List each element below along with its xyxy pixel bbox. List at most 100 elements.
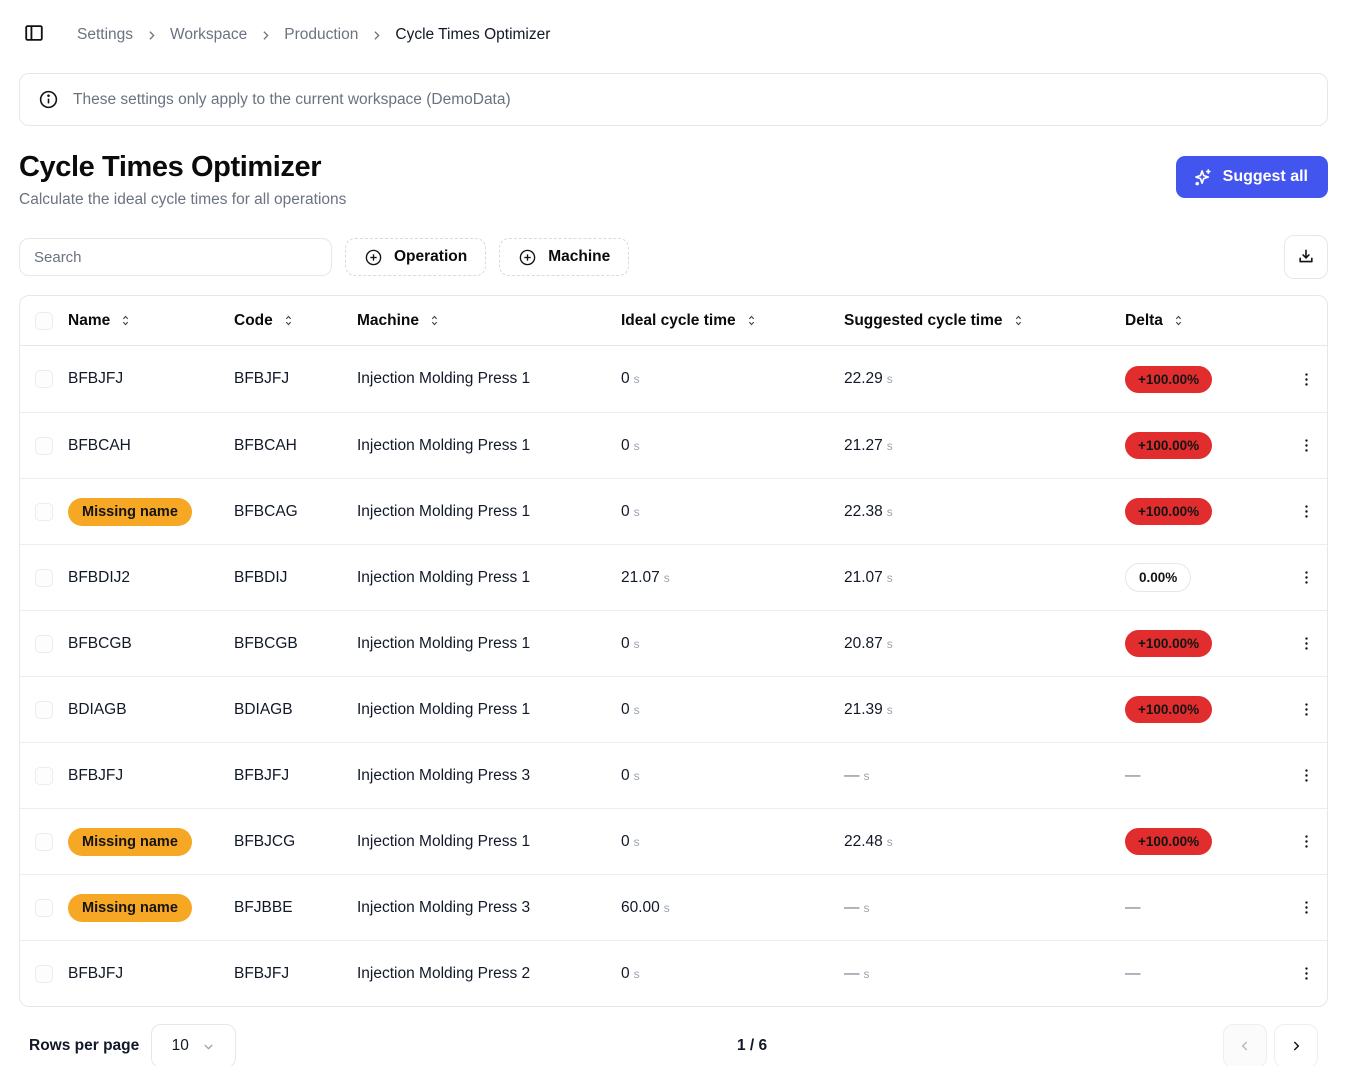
machine-cell: Injection Molding Press 1: [357, 370, 621, 388]
column-label: Delta: [1125, 312, 1163, 330]
unit-label: s: [887, 439, 893, 453]
name-cell: BFBJFJ: [68, 370, 234, 388]
row-checkbox[interactable]: [35, 370, 53, 388]
row-checkbox[interactable]: [35, 437, 53, 455]
page-indicator: 1 / 6: [737, 1037, 767, 1055]
previous-page-button[interactable]: [1223, 1024, 1267, 1066]
select-all-checkbox[interactable]: [35, 312, 53, 330]
row-checkbox[interactable]: [35, 833, 53, 851]
name-cell: BFBJFJ: [68, 965, 234, 983]
missing-name-badge: Missing name: [68, 498, 192, 526]
row-actions-button[interactable]: [1292, 365, 1320, 393]
row-checkbox[interactable]: [35, 965, 53, 983]
unit-label: s: [887, 505, 893, 519]
page-header: Cycle Times Optimizer Calculate the idea…: [19, 151, 1328, 209]
sort-icon[interactable]: [1172, 314, 1185, 327]
column-header-code[interactable]: Code: [234, 312, 357, 330]
column-header-ideal-cycle-time[interactable]: Ideal cycle time: [621, 312, 844, 330]
row-checkbox[interactable]: [35, 569, 53, 587]
row-actions-button[interactable]: [1292, 630, 1320, 658]
delta-cell: —: [1125, 965, 1285, 983]
value: 0: [621, 370, 630, 387]
sort-icon[interactable]: [119, 314, 132, 327]
column-header-name[interactable]: Name: [68, 312, 234, 330]
workspace-info-banner: These settings only apply to the current…: [19, 73, 1328, 126]
row-checkbox[interactable]: [35, 899, 53, 917]
unit-label: s: [634, 769, 640, 783]
suggested-cycle-time-cell: 21.27 s: [844, 437, 1125, 455]
delta-badge: +100.00%: [1125, 366, 1212, 393]
value: 21.27: [844, 437, 883, 454]
filter-operation-button[interactable]: Operation: [345, 238, 486, 276]
sort-icon[interactable]: [428, 314, 441, 327]
row-checkbox[interactable]: [35, 635, 53, 653]
filter-machine-button[interactable]: Machine: [499, 238, 629, 276]
name-cell: BFBJFJ: [68, 767, 234, 785]
table-row: Missing name BFBJCG Injection Molding Pr…: [20, 808, 1327, 874]
value: 0: [621, 635, 630, 652]
rows-per-page-select[interactable]: 10: [151, 1024, 236, 1066]
sort-icon[interactable]: [745, 314, 758, 327]
row-actions-button[interactable]: [1292, 498, 1320, 526]
plus-circle-icon: [518, 248, 537, 267]
download-icon: [1296, 247, 1316, 267]
delta-empty: —: [1125, 899, 1141, 916]
code-cell: BDIAGB: [234, 701, 357, 719]
kebab-icon: [1298, 701, 1315, 718]
export-button[interactable]: [1284, 235, 1328, 279]
suggested-cycle-time-cell: 22.29s: [844, 370, 1125, 388]
unit-label: s: [887, 637, 893, 651]
row-actions-button[interactable]: [1292, 564, 1320, 592]
chevron-left-icon: [1237, 1038, 1253, 1054]
panel-left-icon: [23, 22, 45, 49]
value: —: [844, 767, 860, 784]
next-page-button[interactable]: [1274, 1024, 1318, 1066]
column-header-machine[interactable]: Machine: [357, 312, 621, 330]
row-actions-button[interactable]: [1292, 696, 1320, 724]
suggested-cycle-time-cell: 21.39s: [844, 701, 1125, 719]
unit-label: s: [664, 901, 670, 915]
row-actions-button[interactable]: [1292, 762, 1320, 790]
toolbar: Operation Machine: [19, 235, 1328, 279]
table-body: BFBJFJ BFBJFJ Injection Molding Press 1 …: [20, 346, 1327, 1006]
delta-empty: —: [1125, 965, 1141, 982]
value: —: [844, 899, 860, 916]
row-checkbox[interactable]: [35, 503, 53, 521]
code-cell: BFBJFJ: [234, 370, 357, 388]
row-checkbox[interactable]: [35, 767, 53, 785]
breadcrumb-settings[interactable]: Settings: [77, 26, 133, 44]
suggest-all-button[interactable]: Suggest all: [1176, 156, 1328, 198]
row-actions-button[interactable]: [1292, 894, 1320, 922]
unit-label: s: [864, 769, 870, 783]
sidebar-toggle-button[interactable]: [19, 20, 49, 50]
row-actions-button[interactable]: [1292, 828, 1320, 856]
machine-cell: Injection Molding Press 1: [357, 635, 621, 653]
machine-cell: Injection Molding Press 3: [357, 767, 621, 785]
kebab-icon: [1298, 767, 1315, 784]
row-checkbox[interactable]: [35, 701, 53, 719]
kebab-icon: [1298, 965, 1315, 982]
ideal-cycle-time-cell: 0s: [621, 635, 844, 653]
delta-cell: +100.00%: [1125, 432, 1285, 459]
unit-label: s: [887, 571, 893, 585]
unit-label: s: [634, 637, 640, 651]
value: 21.07: [844, 569, 883, 586]
suggested-cycle-time-cell: 21.07 s: [844, 569, 1125, 587]
row-actions-button[interactable]: [1292, 432, 1320, 460]
column-header-delta[interactable]: Delta: [1125, 312, 1285, 330]
column-header-suggested-cycle-time[interactable]: Suggested cycle time: [844, 312, 1125, 330]
delta-cell: +100.00%: [1125, 630, 1285, 657]
ideal-cycle-time-cell: 60.00s: [621, 899, 844, 917]
search-input[interactable]: [19, 238, 332, 276]
sort-icon[interactable]: [282, 314, 295, 327]
value: 0: [621, 833, 630, 850]
name-cell: BFBCAH: [68, 437, 234, 455]
breadcrumb-workspace[interactable]: Workspace: [170, 26, 247, 44]
breadcrumb-production[interactable]: Production: [284, 26, 358, 44]
unit-label: s: [634, 439, 640, 453]
delta-cell: +100.00%: [1125, 366, 1285, 393]
name-cell: BFBDIJ2: [68, 569, 234, 587]
sort-icon[interactable]: [1012, 314, 1025, 327]
row-actions-button[interactable]: [1292, 960, 1320, 988]
suggested-cycle-time-cell: —s: [844, 965, 1125, 983]
